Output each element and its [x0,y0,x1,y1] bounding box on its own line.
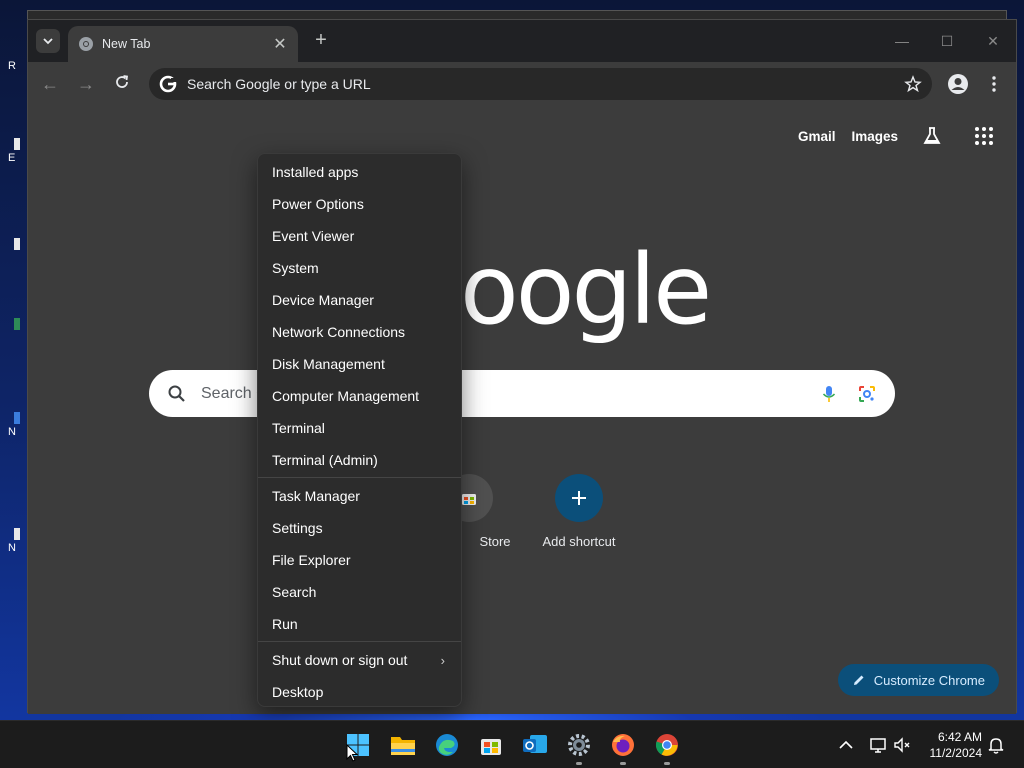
tab-title: New Tab [102,37,151,51]
menu-item-installed-apps[interactable]: Installed apps [258,156,461,188]
minimize-button[interactable]: — [890,30,914,52]
submenu-arrow-icon: › [440,652,445,668]
forward-button[interactable]: → [74,72,98,96]
google-g-icon [159,75,177,93]
desktop-icon-label: R [8,60,16,72]
desktop-icon[interactable] [8,318,22,340]
microphone-icon[interactable] [819,384,839,404]
labs-flask-icon[interactable] [922,126,942,146]
firefox-icon [612,734,634,756]
file-explorer-icon [391,737,415,755]
menu-item-device-manager[interactable]: Device Manager [258,284,461,316]
desktop-icon-label: N [8,542,16,554]
clock-time: 6:42 AM [937,730,982,744]
chrome-favicon-icon [79,37,93,51]
menu-item-file-explorer[interactable]: File Explorer [258,544,461,576]
menu-item-computer-management[interactable]: Computer Management [258,380,461,412]
reload-button[interactable] [110,72,134,96]
top-links: Gmail Images [798,126,994,146]
tab-search-button[interactable] [36,29,60,53]
menu-separator [258,641,461,642]
back-button[interactable]: ← [38,72,62,96]
taskbar-file-explorer[interactable] [389,731,417,759]
google-lens-icon[interactable] [857,384,877,404]
desktop-icon[interactable]: N [8,528,22,554]
address-bar[interactable]: Search Google or type a URL [149,68,932,100]
kebab-menu-icon[interactable] [983,73,1005,95]
chevron-up-icon[interactable] [836,735,856,755]
close-window-button[interactable]: ✕ [981,30,1005,52]
desktop-icon[interactable]: E [8,138,22,164]
running-indicator [664,762,670,765]
shortcut-add[interactable]: Add shortcut [524,474,634,549]
menu-item-power-options[interactable]: Power Options [258,188,461,220]
network-icon[interactable] [868,735,888,755]
desktop-icon-label: N [8,426,16,438]
tab-new-tab[interactable]: New Tab ✕ [68,26,298,62]
menu-item-task-manager[interactable]: Task Manager [258,480,461,512]
new-tab-button[interactable]: + [310,30,332,52]
pencil-icon [853,675,864,685]
shortcut-label: Add shortcut [542,534,616,549]
bookmark-star-icon[interactable] [904,75,922,93]
menu-item-event-viewer[interactable]: Event Viewer [258,220,461,252]
customize-chrome-button[interactable]: Customize Chrome [837,664,999,696]
menu-item-system[interactable]: System [258,252,461,284]
running-indicator [620,762,626,765]
menu-item-shut-down[interactable]: Shut down or sign out › [258,644,461,676]
reload-icon [116,75,129,88]
store-icon [481,739,501,755]
address-bar-placeholder: Search Google or type a URL [187,76,371,92]
menu-item-disk-management[interactable]: Disk Management [258,348,461,380]
menu-item-settings[interactable]: Settings [258,512,461,544]
desktop-icon[interactable]: R [8,58,22,80]
mouse-cursor-icon [346,744,358,762]
plus-icon [555,474,603,522]
title-bar: New Tab ✕ + — ☐ ✕ [28,20,1016,62]
customize-chrome-label: Customize Chrome [873,672,985,688]
tab-close-icon[interactable]: ✕ [272,34,288,54]
notification-bell-icon[interactable] [986,735,1006,755]
menu-item-terminal[interactable]: Terminal [258,412,461,444]
toolbar: ← → Search Google or type a URL [28,62,1016,106]
volume-muted-icon[interactable] [892,735,912,755]
menu-item-desktop[interactable]: Desktop [258,676,461,708]
taskbar: 6:42 AM 11/2/2024 [0,720,1024,768]
menu-item-network-connections[interactable]: Network Connections [258,316,461,348]
desktop-icon-label: E [8,152,16,164]
chrome-window: New Tab ✕ + — ☐ ✕ ← → Search Google or t… [27,19,1017,714]
menu-item-search[interactable]: Search [258,576,461,608]
profile-icon[interactable] [947,73,969,95]
google-logo: oogle [460,234,712,346]
apps-grid-icon[interactable] [974,126,994,146]
chevron-down-icon [43,38,53,45]
desktop-icon[interactable] [8,238,22,260]
edge-icon [436,734,458,756]
images-link[interactable]: Images [851,129,898,144]
settings-icon [568,734,590,756]
winx-context-menu: Installed apps Power Options Event Viewe… [257,153,462,707]
search-icon [168,385,185,402]
clock-date: 11/2/2024 [929,746,983,760]
outlook-icon [523,735,547,753]
gmail-link[interactable]: Gmail [798,129,836,144]
maximize-button[interactable]: ☐ [935,30,959,52]
taskbar-chrome[interactable] [653,731,681,765]
taskbar-edge[interactable] [433,731,461,759]
taskbar-firefox[interactable] [609,731,637,765]
running-indicator [576,762,582,765]
menu-item-shut-down-label: Shut down or sign out [272,652,408,668]
new-tab-page: Gmail Images oogle Search G Store Add sh… [28,106,1016,714]
menu-item-terminal-admin[interactable]: Terminal (Admin) [258,444,461,476]
taskbar-settings[interactable] [565,731,593,765]
taskbar-store[interactable] [477,731,505,759]
desktop-icon[interactable]: N [8,412,22,438]
chrome-icon [655,734,678,756]
menu-separator [258,477,461,478]
system-clock[interactable]: 6:42 AM 11/2/2024 [930,729,983,761]
taskbar-outlook[interactable] [521,731,549,759]
menu-item-run[interactable]: Run [258,608,461,640]
